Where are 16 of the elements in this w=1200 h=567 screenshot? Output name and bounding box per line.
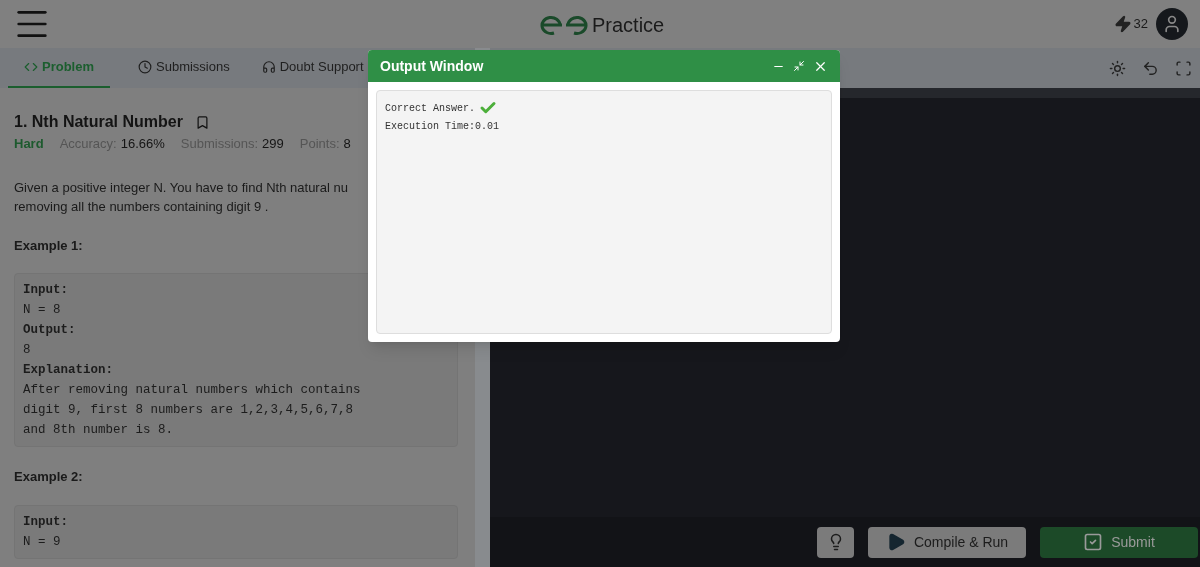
stat-value: 8 <box>343 135 351 153</box>
problem-title: 1. Nth Natural Number <box>14 112 183 132</box>
output-text: Execution Time:0.01 <box>385 120 500 134</box>
example-heading: Example 1: <box>14 236 84 255</box>
description-text: removing all the numbers containing digit 9 . <box>14 197 270 216</box>
description-text: Given a positive integer N. You have to find Nth natural nu <box>14 178 349 197</box>
window-title: Output Window <box>380 56 484 76</box>
stat-value: 16.66% <box>120 135 165 153</box>
logo-text: Practice <box>592 13 665 38</box>
difficulty-label: Hard <box>14 135 44 153</box>
example-code-block: Input: N = 8 Output: 8 Explanation: After removing natural numbers which contains digit 9, first 8 numbers are 1,2,3,4,5,6,7,8 and 8th number is 8. <box>14 273 458 447</box>
streak-count: 32 <box>1133 15 1148 34</box>
output-text: Correct Answer. <box>385 101 475 116</box>
stat-value: 299 <box>262 135 284 153</box>
example-code-block: Input: N = 9 <box>14 504 458 559</box>
example-heading: Example 2: <box>14 468 84 486</box>
